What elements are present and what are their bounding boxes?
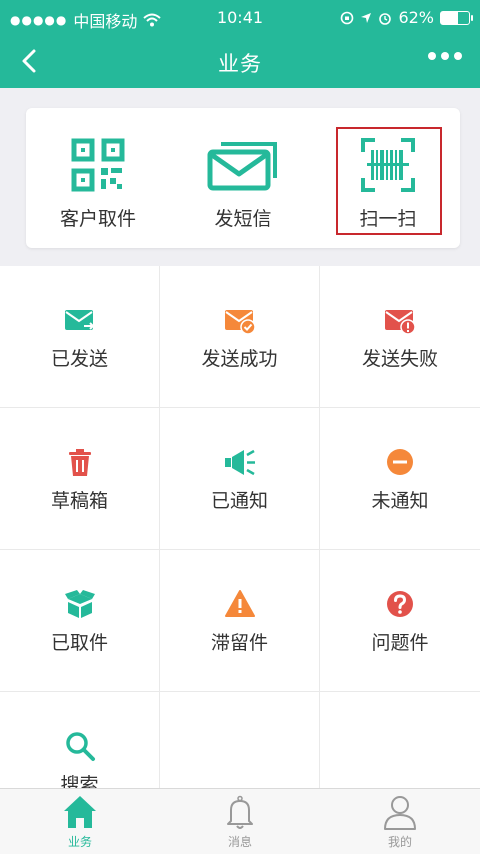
- grid-label: 滞留件: [210, 632, 268, 654]
- grid-label: 发送失败: [361, 348, 438, 370]
- more-dots-icon[interactable]: [428, 52, 462, 60]
- battery-percent: 62%: [398, 8, 434, 27]
- grid-label: 问题件: [371, 632, 429, 654]
- envelope-icon: [207, 142, 277, 191]
- trash-icon: [68, 449, 91, 476]
- grid-item-sent[interactable]: 已发送: [0, 266, 160, 408]
- more-dot: [441, 52, 449, 60]
- status-bar: ●●●●● 中国移动 10:41 62%: [0, 0, 480, 36]
- grid-empty-cell: [320, 692, 480, 788]
- grid-item-picked-up[interactable]: 已取件: [0, 550, 160, 692]
- send-sms-button[interactable]: 发短信: [173, 108, 313, 248]
- warning-icon: [224, 590, 255, 617]
- tab-label: 业务: [67, 835, 92, 849]
- grid-label: 草稿箱: [50, 490, 108, 512]
- grid-item-not-notified[interactable]: 未通知: [320, 408, 480, 550]
- function-grid: 已发送 发送成功 发送失败 草稿箱 已通知 未通知 已取件 滞留件 问题件 搜索: [0, 266, 480, 788]
- grid-empty-cell: [160, 692, 320, 788]
- tab-messages[interactable]: 消息: [160, 789, 320, 854]
- mail-success-icon: [224, 310, 256, 335]
- mail-sent-icon: [64, 310, 94, 330]
- status-right: 62%: [340, 8, 473, 27]
- home-icon: [64, 796, 96, 828]
- grid-item-retained[interactable]: 滞留件: [160, 550, 320, 692]
- battery-level: [441, 11, 459, 24]
- tab-profile[interactable]: 我的: [320, 789, 480, 854]
- tab-label: 消息: [227, 835, 252, 849]
- grid-label: 已取件: [50, 632, 108, 654]
- grid-item-send-success[interactable]: 发送成功: [160, 266, 320, 408]
- grid-label: 未通知: [371, 490, 429, 512]
- mail-failed-icon: [385, 310, 416, 335]
- megaphone-icon: [224, 449, 255, 476]
- tab-bar: 业务 消息 我的: [0, 788, 480, 854]
- grid-item-notified[interactable]: 已通知: [160, 408, 320, 550]
- grid-label: 已通知: [210, 490, 268, 512]
- qr-code-icon: [71, 138, 125, 192]
- page-title: 业务: [218, 52, 262, 76]
- rotation-lock-icon: [341, 11, 354, 24]
- grid-label: 搜索: [60, 774, 99, 788]
- customer-pickup-button[interactable]: 客户取件: [28, 108, 168, 248]
- tab-business[interactable]: 业务: [0, 789, 160, 854]
- bell-icon: [227, 795, 253, 829]
- highlight-box: [336, 127, 442, 235]
- header: ●●●●● 中国移动 10:41 62% 业务: [0, 0, 480, 88]
- person-icon: [384, 796, 416, 830]
- location-icon: [361, 12, 372, 23]
- grid-label: 发送成功: [201, 348, 278, 370]
- minus-circle-icon: [387, 449, 413, 475]
- grid-item-drafts[interactable]: 草稿箱: [0, 408, 160, 550]
- grid-item-search[interactable]: 搜索: [0, 692, 160, 788]
- more-dot: [428, 52, 436, 60]
- question-icon: [387, 591, 413, 617]
- grid-label: 已发送: [50, 348, 108, 370]
- more-dot: [454, 52, 462, 60]
- search-icon: [65, 732, 95, 761]
- grid-item-problem[interactable]: 问题件: [320, 550, 480, 692]
- box-icon: [64, 590, 95, 618]
- customer-pickup-label: 客户取件: [59, 208, 136, 230]
- alarm-icon: [379, 12, 392, 25]
- tab-label: 我的: [387, 835, 412, 849]
- send-sms-label: 发短信: [214, 208, 272, 230]
- grid-item-send-failed[interactable]: 发送失败: [320, 266, 480, 408]
- nav-bar: 业务: [0, 36, 480, 88]
- battery-icon: [440, 10, 473, 25]
